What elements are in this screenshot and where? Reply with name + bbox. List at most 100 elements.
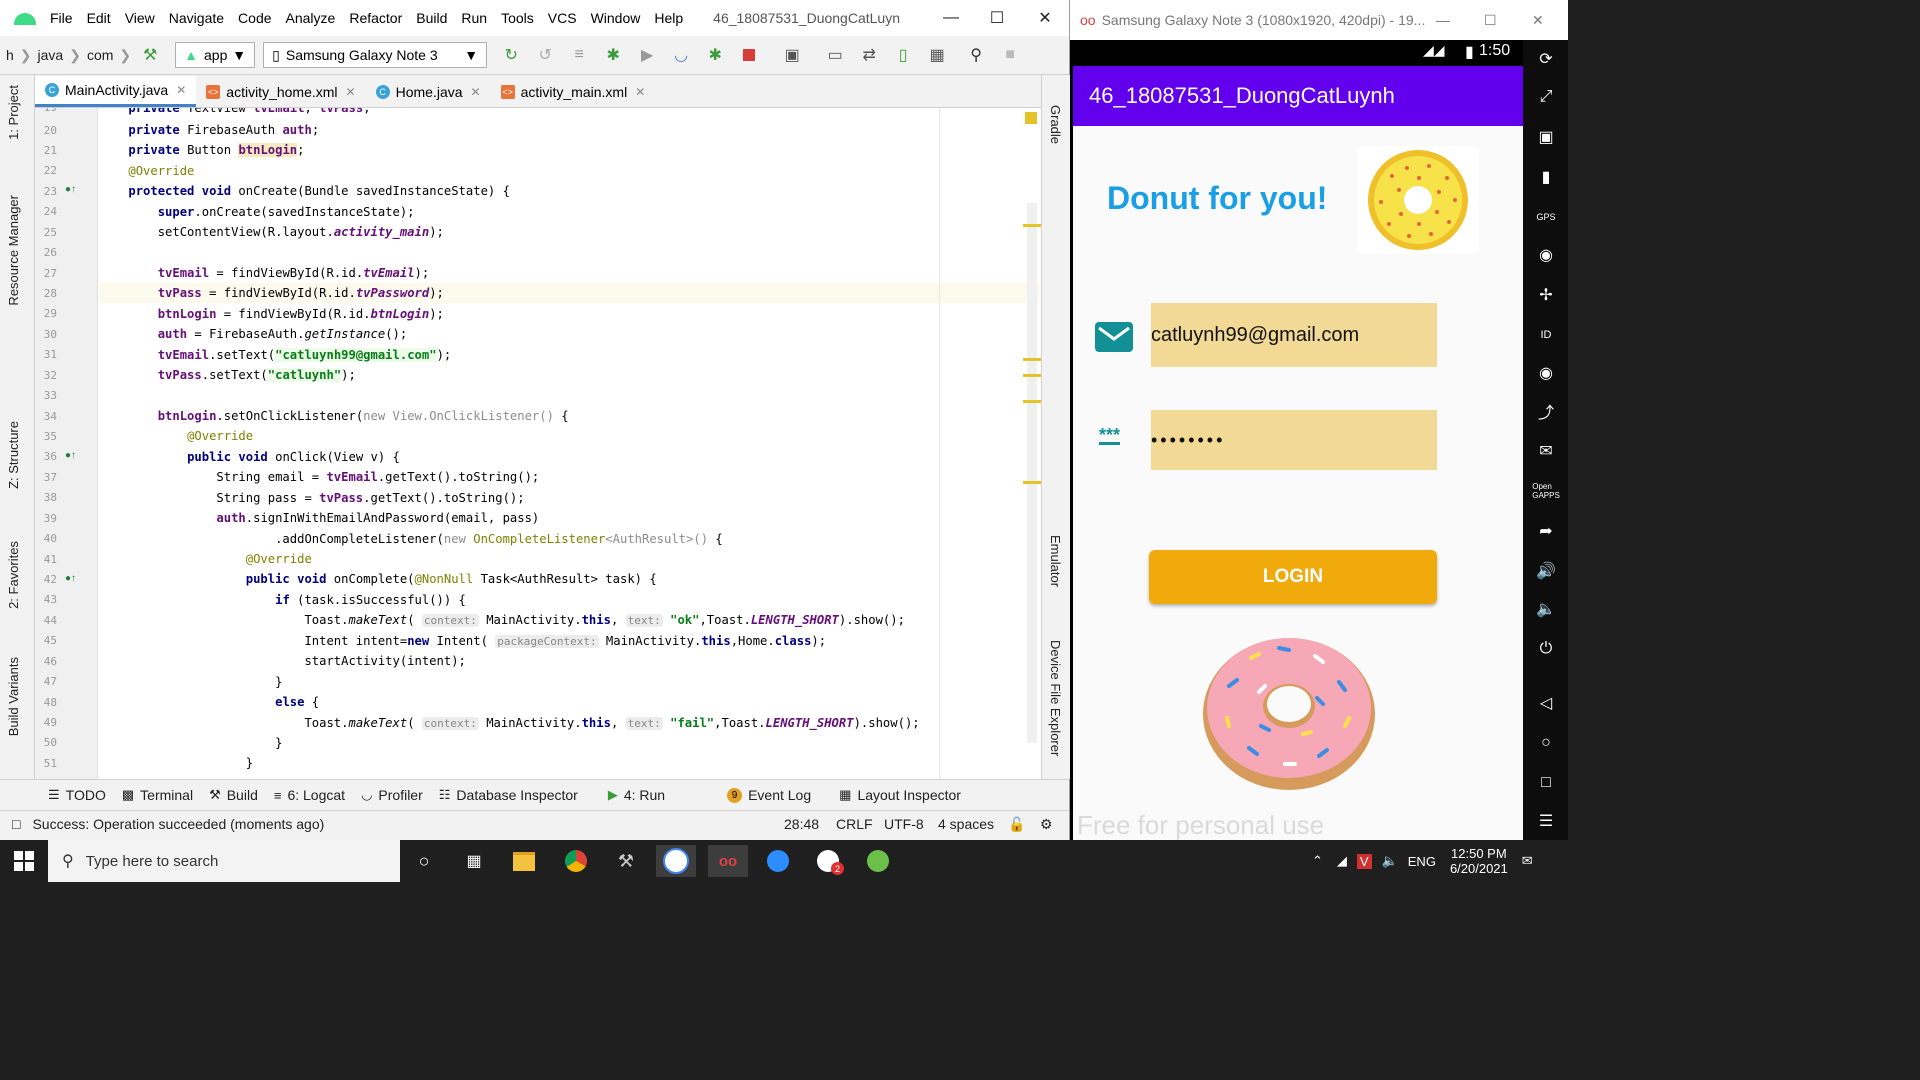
inspector-icon[interactable]: ⚙ (1040, 816, 1053, 833)
fullscreen-icon[interactable]: ⤢ (1535, 86, 1557, 108)
account-icon[interactable]: ■ (998, 43, 1022, 67)
warning-mark[interactable] (1023, 224, 1041, 227)
home-icon[interactable]: ○ (1535, 732, 1557, 754)
code-area[interactable]: private TextView tvEmail, tvPass; privat… (99, 108, 1039, 779)
overview-icon[interactable]: □ (1535, 772, 1557, 794)
minimize-icon[interactable]: — (928, 0, 974, 36)
green-app-icon[interactable] (858, 845, 898, 877)
tools-app-icon[interactable]: ⚒ (606, 845, 646, 877)
back-icon[interactable]: ◁ (1535, 692, 1557, 714)
clock[interactable]: 12:50 PM 6/20/2021 (1450, 846, 1508, 876)
rotate-icon[interactable]: ⟳ (1535, 48, 1557, 70)
menu-run[interactable]: Run (461, 10, 487, 26)
tab-activity-main-xml[interactable]: <> activity_main.xml ✕ (491, 77, 656, 107)
emulator-taskbar-icon[interactable]: oo (708, 845, 748, 877)
task-view-icon[interactable]: ▦ (454, 845, 494, 877)
status-message[interactable]: Success: Operation succeeded (moments ag… (32, 816, 324, 832)
warning-mark[interactable] (1023, 374, 1041, 377)
close-icon[interactable]: ✕ (1022, 0, 1068, 36)
close-tab-icon[interactable]: ✕ (176, 83, 186, 97)
warning-mark[interactable] (1023, 481, 1041, 484)
lock-icon[interactable]: 🔓 (1008, 816, 1025, 833)
minimize-icon[interactable]: — (1436, 12, 1450, 28)
maximize-icon[interactable]: ☐ (1484, 12, 1497, 29)
project-structure-icon[interactable]: ▣ (780, 43, 804, 67)
android-studio-taskbar-icon[interactable] (656, 845, 696, 877)
profile-icon[interactable]: ◡ (669, 43, 693, 67)
power-icon[interactable]: ⏻ (1535, 638, 1557, 660)
menu-navigate[interactable]: Navigate (169, 10, 224, 26)
override-marker-icon[interactable]: ●↑ (65, 184, 76, 195)
wifi-icon[interactable]: ◢ (1337, 853, 1347, 869)
hammer-build-icon[interactable]: ⚒ (138, 43, 162, 67)
gps-icon[interactable]: GPS (1535, 206, 1557, 228)
menu-view[interactable]: View (125, 10, 155, 26)
error-stripe[interactable] (1021, 108, 1041, 779)
tab-activity-home-xml[interactable]: <> activity_home.xml ✕ (196, 77, 365, 107)
profiler-tool-button[interactable]: ◡ Profiler (361, 787, 423, 803)
phone-screen[interactable]: ◢◢ ▮ 1:50 46_18087531_DuongCatLuynh Donu… (1073, 40, 1523, 840)
emulator-tool-button[interactable]: Emulator (1048, 535, 1063, 587)
device-file-explorer-tool-button[interactable]: Device File Explorer (1048, 640, 1063, 756)
volume-icon[interactable]: 🔈 (1382, 853, 1398, 869)
breadcrumb-h[interactable]: h (6, 47, 14, 63)
gradle-tool-button[interactable]: Gradle (1048, 105, 1063, 144)
build-variants-tool-button[interactable]: Build Variants (6, 657, 21, 736)
database-inspector-tool-button[interactable]: ☷ Database Inspector (439, 787, 578, 803)
file-explorer-icon[interactable] (504, 845, 544, 877)
todo-tool-button[interactable]: ☰ TODO (48, 787, 106, 803)
indent-setting[interactable]: 4 spaces (938, 816, 994, 832)
menu-analyze[interactable]: Analyze (286, 10, 336, 26)
menu-edit[interactable]: Edit (87, 10, 111, 26)
battery-settings-icon[interactable]: ▮ (1535, 166, 1557, 188)
scroll-thumb[interactable] (1027, 203, 1037, 743)
layout-inspector-tool-button[interactable]: ▦ Layout Inspector (839, 787, 961, 803)
coverage-icon[interactable]: ▶ (635, 43, 659, 67)
menu-build[interactable]: Build (416, 10, 447, 26)
resource-manager-tool-button[interactable]: Resource Manager (6, 195, 21, 306)
menu-vcs[interactable]: VCS (548, 10, 577, 26)
debug-icon[interactable]: ✱ (601, 43, 625, 67)
menu-refactor[interactable]: Refactor (349, 10, 402, 26)
breadcrumb-java[interactable]: java (38, 47, 64, 63)
file-encoding[interactable]: UTF-8 (884, 816, 924, 832)
close-tab-icon[interactable]: ✕ (471, 85, 481, 99)
fingerprint-id-icon[interactable]: ID (1535, 324, 1557, 346)
menu-code[interactable]: Code (238, 10, 271, 26)
event-log-tool-button[interactable]: 9 Event Log (727, 787, 811, 803)
override-marker-icon[interactable]: ●↑ (65, 573, 76, 584)
menu-file[interactable]: File (50, 10, 73, 26)
rss-icon[interactable]: ⤴ (1535, 400, 1557, 422)
record-icon[interactable]: ◉ (1535, 362, 1557, 384)
override-marker-icon[interactable]: ●↑ (65, 450, 76, 461)
close-tab-icon[interactable]: ✕ (346, 85, 356, 99)
dpad-icon[interactable]: ✢ (1535, 284, 1557, 306)
caret-position[interactable]: 28:48 (784, 816, 819, 832)
language-indicator[interactable]: ENG (1408, 854, 1436, 869)
apply-changes-icon[interactable]: ↺ (533, 43, 557, 67)
tab-home-java[interactable]: C Home.java ✕ (366, 77, 491, 107)
close-tab-icon[interactable]: ✕ (635, 85, 645, 99)
cortana-icon[interactable]: ○ (404, 845, 444, 877)
chevron-up-icon[interactable]: ⌃ (1312, 853, 1323, 869)
warning-indicator-icon[interactable] (1025, 112, 1037, 124)
run-tool-button[interactable]: ▶ 4: Run (608, 787, 665, 803)
menu-window[interactable]: Window (591, 10, 641, 26)
screenshot-icon[interactable]: ▣ (1535, 126, 1557, 148)
login-button[interactable]: LOGIN (1149, 550, 1437, 604)
menu-help[interactable]: Help (654, 10, 683, 26)
volume-down-icon[interactable]: 🔈 (1535, 598, 1557, 620)
build-tool-button[interactable]: ⚒ Build (209, 787, 258, 803)
menu-tools[interactable]: Tools (501, 10, 534, 26)
camera-icon[interactable]: ◉ (1535, 244, 1557, 266)
stop-icon[interactable] (737, 43, 761, 67)
notification-center-icon[interactable]: ✉ (1522, 853, 1533, 869)
sdk-manager-icon[interactable]: ▦ (925, 43, 949, 67)
attach-debugger-icon[interactable]: ✱ (703, 43, 727, 67)
zalo-icon[interactable]: 2 (808, 845, 848, 877)
favorites-tool-button[interactable]: 2: Favorites (6, 541, 21, 609)
share-icon[interactable]: ➦ (1535, 520, 1557, 542)
volume-up-icon[interactable]: 🔊 (1535, 560, 1557, 582)
menu-icon[interactable]: ☰ (1535, 810, 1557, 832)
vietkey-icon[interactable]: V (1356, 853, 1372, 869)
